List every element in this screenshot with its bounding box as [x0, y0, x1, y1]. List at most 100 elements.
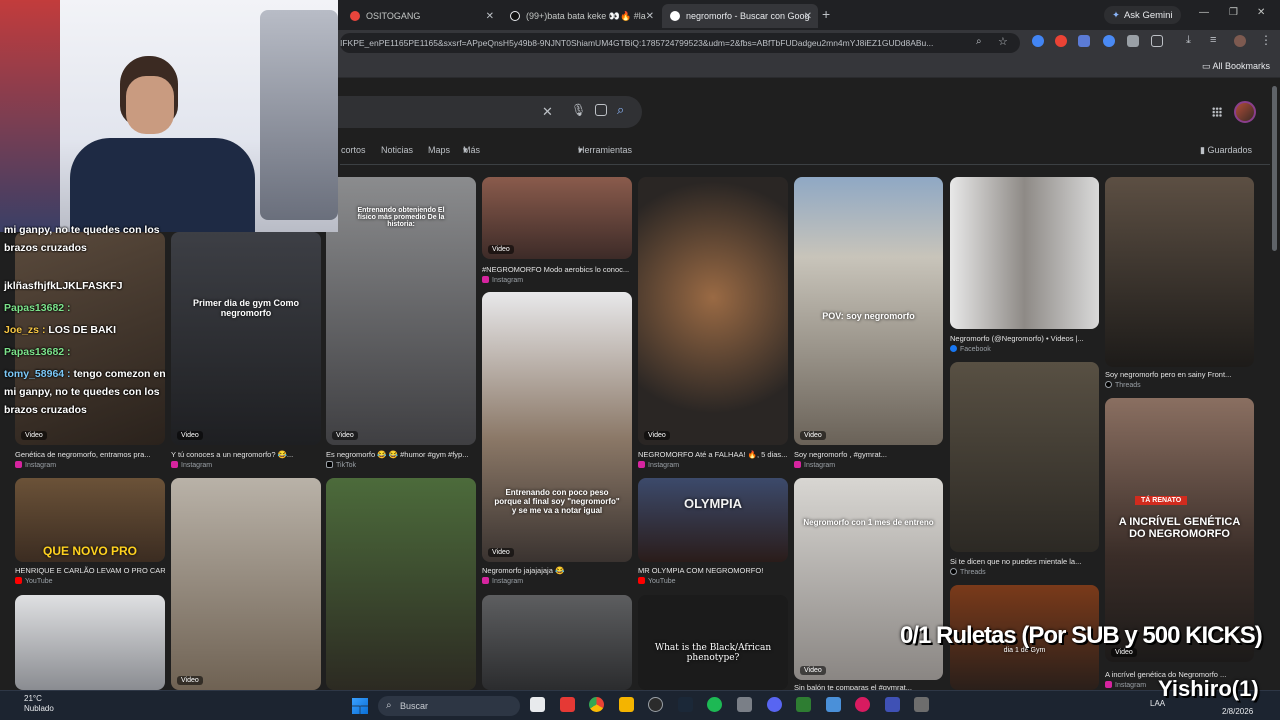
app-icon[interactable]	[885, 697, 900, 712]
app-icon[interactable]	[737, 697, 752, 712]
google-apps-icon[interactable]	[1212, 107, 1222, 117]
extension-icon[interactable]	[1103, 35, 1115, 47]
image-result[interactable]: Primer dia de gym Como negromorfo Video	[171, 232, 321, 445]
maximize-icon[interactable]: ❐	[1229, 7, 1238, 18]
image-result[interactable]: Video	[171, 478, 321, 690]
menu-kebab-icon[interactable]: ⋮	[1260, 33, 1272, 47]
account-avatar[interactable]	[1234, 101, 1256, 123]
steam-icon[interactable]	[678, 697, 693, 712]
image-result[interactable]: Video	[638, 177, 788, 445]
result-caption[interactable]: Si te dicen que no puedes mientale la...	[950, 557, 1099, 566]
close-window-icon[interactable]: ✕	[1257, 7, 1265, 18]
search-icon[interactable]: ⌕	[617, 102, 624, 118]
tab-ositogang[interactable]: OSITOGANG ✕	[342, 4, 500, 28]
close-tab-icon[interactable]: ✕	[804, 11, 812, 22]
extensions-puzzle-icon[interactable]	[1151, 35, 1163, 47]
tab-tiktok[interactable]: (99+)bata bata keke 👀🔥 #la ✕	[502, 4, 660, 28]
new-tab-button[interactable]: +	[822, 6, 830, 22]
result-caption[interactable]: #NEGROMORFO Modo aerobics lo conoc...	[482, 265, 632, 274]
result-caption[interactable]: HENRIQUE E CARLÃO LEVAM O PRO CAR...	[15, 566, 165, 575]
profile-avatar[interactable]	[1234, 35, 1246, 47]
result-caption[interactable]: Es negromorfo 😂 😂 #humor #gym #fyp...	[326, 450, 476, 459]
result-caption[interactable]: Genética de negromorfo, entramos pra...	[15, 450, 165, 459]
filter-noticias[interactable]: Noticias	[381, 145, 413, 155]
filter-mas[interactable]: Más ▾	[463, 145, 480, 156]
result-source: YouTube	[638, 577, 676, 585]
search-box[interactable]	[320, 96, 642, 128]
image-result[interactable]	[326, 478, 476, 690]
obs-icon[interactable]	[648, 697, 663, 712]
result-caption[interactable]: Sin balón te comparas el #gymrat...	[794, 683, 943, 690]
close-tab-icon[interactable]: ✕	[646, 11, 654, 22]
spotify-icon[interactable]	[707, 697, 722, 712]
result-caption[interactable]: MR OLYMPIA COM NEGROMORFO!	[638, 566, 788, 575]
taskbar-search-placeholder: Buscar	[400, 701, 429, 711]
image-result[interactable]: QUE NOVO PRO	[15, 478, 165, 562]
task-view-icon[interactable]	[530, 697, 545, 712]
image-result[interactable]: OLYMPIA	[638, 478, 788, 562]
image-result[interactable]: What is the Black/African phenotype?	[638, 595, 788, 690]
result-caption[interactable]: NEGROMORFO Até a FALHAA! 🔥, 5 dias...	[638, 450, 788, 459]
app-icon[interactable]	[796, 697, 811, 712]
image-result[interactable]: Entrenando obteniendo El físico más prom…	[326, 177, 476, 445]
result-source: Threads	[1105, 381, 1141, 389]
result-caption[interactable]: Y tú conoces a un negromorfo? 😂...	[171, 450, 321, 459]
image-result[interactable]: POV: soy negromorfo Video	[794, 177, 943, 445]
result-source: Instagram	[638, 461, 679, 469]
all-bookmarks-button[interactable]: ▭ All Bookmarks	[1202, 61, 1270, 72]
close-tab-icon[interactable]: ✕	[486, 11, 494, 22]
address-bar[interactable]: IFKPE_enPE1165PE1165&sxsrf=APpeQnsH5y49b…	[340, 33, 1020, 53]
file-explorer-icon[interactable]	[619, 697, 634, 712]
bookmark-star-icon[interactable]: ☆	[998, 35, 1008, 48]
filter-maps[interactable]: Maps	[428, 145, 450, 155]
app-icon[interactable]	[914, 697, 929, 712]
extension-icon[interactable]	[1127, 35, 1139, 47]
threads-icon	[1105, 381, 1112, 388]
image-result[interactable]	[15, 595, 165, 690]
clock-date: 2/8/2026	[1222, 707, 1254, 716]
app-icon[interactable]	[855, 697, 870, 712]
image-result[interactable]	[950, 177, 1099, 329]
app-icon[interactable]	[560, 697, 575, 712]
search-page-icon[interactable]: ⌕	[976, 36, 982, 47]
result-caption[interactable]: Negromorfo jajajajaja 😂	[482, 566, 632, 575]
chat-username: Joe_zs :	[4, 324, 46, 336]
ask-gemini-button[interactable]: ✦ Ask Gemini	[1104, 6, 1181, 24]
filter-herramientas[interactable]: Herramientas ▾	[578, 145, 632, 156]
result-caption[interactable]: Soy negromorfo , #gymrat...	[794, 450, 943, 459]
result-caption[interactable]: Soy negromorfo pero en sainy Front...	[1105, 370, 1254, 379]
chrome-icon[interactable]	[589, 697, 604, 712]
image-result[interactable]	[950, 362, 1099, 552]
chat-line: jklñasfhjfkLJKLFASKFJ	[4, 280, 123, 292]
result-caption[interactable]: Negromorfo (@Negromorfo) • Videos |...	[950, 334, 1099, 343]
windows-start-icon[interactable]	[352, 698, 368, 714]
tab-title: negromorfo - Buscar con Goog	[686, 11, 810, 21]
threads-icon	[950, 568, 957, 575]
google-favicon-icon	[670, 11, 680, 21]
filter-cortos[interactable]: cortos	[341, 145, 366, 155]
media-control-icon[interactable]: ≡	[1210, 34, 1216, 46]
video-badge: Video	[21, 431, 47, 440]
image-result[interactable]	[1105, 177, 1254, 367]
extension-icon[interactable]	[1055, 35, 1067, 47]
weather-widget[interactable]: 21°C Nublado	[24, 694, 54, 714]
saved-button[interactable]: ▮ Guardados	[1200, 145, 1252, 156]
microphone-icon[interactable]: 🎙	[571, 103, 586, 117]
clear-search-icon[interactable]: ✕	[542, 104, 553, 120]
download-icon[interactable]: ⤓	[1186, 34, 1191, 47]
tab-google-search[interactable]: negromorfo - Buscar con Goog ✕	[662, 4, 818, 28]
lens-camera-icon[interactable]	[595, 104, 607, 116]
tab-title: OSITOGANG	[366, 11, 421, 21]
discord-icon[interactable]	[767, 697, 782, 712]
thumbnail-badge: TÁ RENATO	[1135, 496, 1188, 505]
image-result[interactable]: Video	[482, 177, 632, 259]
minimize-icon[interactable]: —	[1199, 7, 1209, 18]
taskbar-search[interactable]: ⌕ Buscar	[378, 696, 520, 716]
extension-icon[interactable]	[1078, 35, 1090, 47]
image-result[interactable]: Entrenando con poco peso porque al final…	[482, 292, 632, 562]
image-result[interactable]	[482, 595, 632, 690]
app-icon[interactable]	[826, 697, 841, 712]
instagram-icon	[638, 461, 645, 468]
extension-icon[interactable]	[1032, 35, 1044, 47]
page-scrollbar[interactable]	[1272, 86, 1277, 251]
